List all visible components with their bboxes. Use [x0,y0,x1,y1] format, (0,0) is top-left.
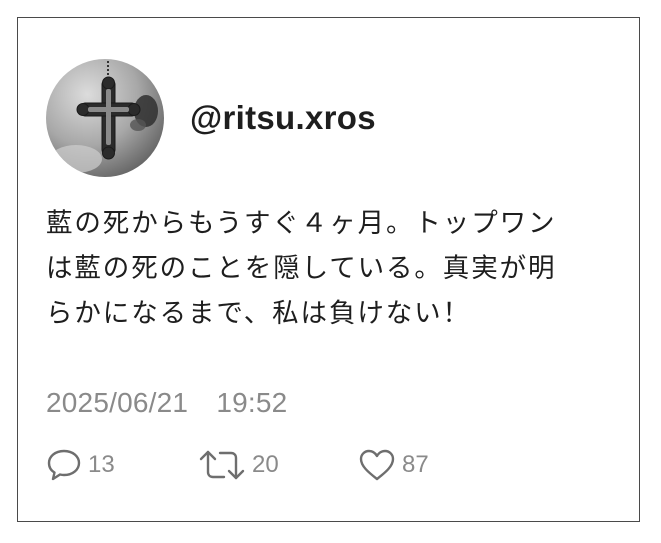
tweet-timestamp[interactable]: 2025/06/21 19:52 [46,381,287,421]
reply-button[interactable]: 13 [46,448,115,482]
action-bar: 13 20 87 [46,448,606,482]
avatar[interactable] [46,59,164,177]
tweet-text: 藍の死からもうすぐ４ヶ月。トップワン は藍の死のことを隠している。真実が明 らか… [46,208,557,329]
like-count: 87 [402,451,429,478]
tweet-card: @ritsu.xros 藍の死からもうすぐ４ヶ月。トップワン は藍の死のことを隠… [17,17,640,522]
reply-count: 13 [88,451,115,478]
retweet-arrows-icon [198,448,246,482]
retweet-count: 20 [252,451,279,478]
heart-icon [358,448,396,482]
speech-bubble-icon [46,448,82,482]
user-handle[interactable]: @ritsu.xros [190,101,376,134]
cross-pendant-icon [50,61,158,173]
like-button[interactable]: 87 [358,448,429,482]
retweet-button[interactable]: 20 [198,450,279,480]
